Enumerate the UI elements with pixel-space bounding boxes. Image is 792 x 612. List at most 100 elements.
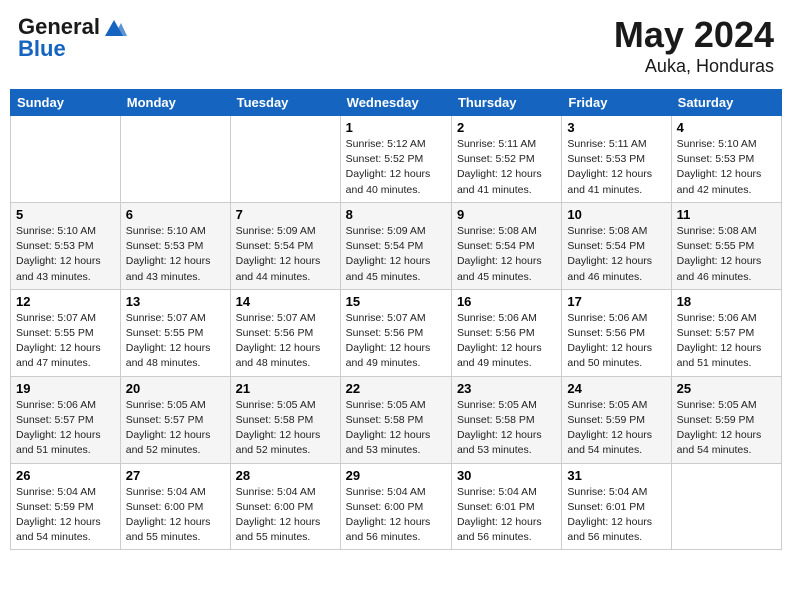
day-info: Sunrise: 5:09 AMSunset: 5:54 PMDaylight:…	[346, 224, 446, 285]
day-number: 6	[126, 207, 225, 222]
day-number: 7	[236, 207, 335, 222]
weekday-header-wednesday: Wednesday	[340, 90, 451, 116]
day-info: Sunrise: 5:10 AMSunset: 5:53 PMDaylight:…	[16, 224, 115, 285]
calendar-cell: 20Sunrise: 5:05 AMSunset: 5:57 PMDayligh…	[120, 376, 230, 463]
calendar-week-row: 19 Sunrise: 5:06 AMSunset: 5:57 PMDayligh…	[11, 376, 782, 463]
month-title: May 2024	[614, 14, 774, 56]
day-info: Sunrise: 5:06 AMSunset: 5:56 PMDaylight:…	[457, 311, 556, 372]
day-number: 26	[16, 468, 115, 483]
weekday-header-saturday: Saturday	[671, 90, 781, 116]
day-number: 9	[457, 207, 556, 222]
location-title: Auka, Honduras	[614, 56, 774, 77]
calendar-cell: 3 Sunrise: 5:11 AMSunset: 5:53 PMDaylight…	[562, 116, 671, 203]
day-info: Sunrise: 5:04 AMSunset: 6:00 PMDaylight:…	[126, 485, 225, 546]
day-number: 31	[567, 468, 665, 483]
day-info: Sunrise: 5:04 AMSunset: 6:01 PMDaylight:…	[457, 485, 556, 546]
day-number: 3	[567, 120, 665, 135]
calendar-cell: 19 Sunrise: 5:06 AMSunset: 5:57 PMDayligh…	[11, 376, 121, 463]
weekday-header-thursday: Thursday	[451, 90, 561, 116]
day-info: Sunrise: 5:11 AMSunset: 5:53 PMDaylight:…	[567, 137, 665, 198]
calendar-cell	[671, 463, 781, 550]
calendar-cell	[230, 116, 340, 203]
day-info: Sunrise: 5:07 AMSunset: 5:56 PMDaylight:…	[236, 311, 335, 372]
calendar-week-row: 26 Sunrise: 5:04 AMSunset: 5:59 PMDayligh…	[11, 463, 782, 550]
day-number: 19	[16, 381, 115, 396]
day-info: Sunrise: 5:08 AMSunset: 5:55 PMDaylight:…	[677, 224, 776, 285]
calendar-cell: 4 Sunrise: 5:10 AMSunset: 5:53 PMDaylight…	[671, 116, 781, 203]
calendar-cell: 14 Sunrise: 5:07 AMSunset: 5:56 PMDayligh…	[230, 289, 340, 376]
calendar-cell: 15Sunrise: 5:07 AMSunset: 5:56 PMDayligh…	[340, 289, 451, 376]
calendar-cell: 25 Sunrise: 5:05 AMSunset: 5:59 PMDayligh…	[671, 376, 781, 463]
day-number: 28	[236, 468, 335, 483]
calendar-cell: 23 Sunrise: 5:05 AMSunset: 5:58 PMDayligh…	[451, 376, 561, 463]
logo: General Blue	[18, 14, 128, 62]
calendar-cell: 31Sunrise: 5:04 AMSunset: 6:01 PMDayligh…	[562, 463, 671, 550]
calendar-cell	[120, 116, 230, 203]
day-number: 14	[236, 294, 335, 309]
calendar-cell: 13 Sunrise: 5:07 AMSunset: 5:55 PMDayligh…	[120, 289, 230, 376]
day-info: Sunrise: 5:07 AMSunset: 5:55 PMDaylight:…	[16, 311, 115, 372]
calendar-cell: 24 Sunrise: 5:05 AMSunset: 5:59 PMDayligh…	[562, 376, 671, 463]
day-number: 13	[126, 294, 225, 309]
day-number: 21	[236, 381, 335, 396]
day-number: 29	[346, 468, 446, 483]
day-number: 27	[126, 468, 225, 483]
calendar-cell: 22Sunrise: 5:05 AMSunset: 5:58 PMDayligh…	[340, 376, 451, 463]
day-number: 23	[457, 381, 556, 396]
day-info: Sunrise: 5:08 AMSunset: 5:54 PMDaylight:…	[567, 224, 665, 285]
day-number: 24	[567, 381, 665, 396]
day-info: Sunrise: 5:04 AMSunset: 6:00 PMDaylight:…	[346, 485, 446, 546]
day-number: 25	[677, 381, 776, 396]
calendar-cell: 10 Sunrise: 5:08 AMSunset: 5:54 PMDayligh…	[562, 202, 671, 289]
title-area: May 2024 Auka, Honduras	[614, 14, 774, 77]
day-number: 10	[567, 207, 665, 222]
logo-icon	[101, 18, 127, 38]
weekday-header-friday: Friday	[562, 90, 671, 116]
calendar-week-row: 1Sunrise: 5:12 AMSunset: 5:52 PMDaylight…	[11, 116, 782, 203]
day-info: Sunrise: 5:05 AMSunset: 5:59 PMDaylight:…	[567, 398, 665, 459]
day-info: Sunrise: 5:11 AMSunset: 5:52 PMDaylight:…	[457, 137, 556, 198]
calendar-cell: 9Sunrise: 5:08 AMSunset: 5:54 PMDaylight…	[451, 202, 561, 289]
calendar-cell: 2 Sunrise: 5:11 AMSunset: 5:52 PMDaylight…	[451, 116, 561, 203]
day-number: 18	[677, 294, 776, 309]
calendar-cell: 5 Sunrise: 5:10 AMSunset: 5:53 PMDaylight…	[11, 202, 121, 289]
weekday-header-monday: Monday	[120, 90, 230, 116]
calendar-cell: 28 Sunrise: 5:04 AMSunset: 6:00 PMDayligh…	[230, 463, 340, 550]
day-info: Sunrise: 5:05 AMSunset: 5:57 PMDaylight:…	[126, 398, 225, 459]
day-info: Sunrise: 5:10 AMSunset: 5:53 PMDaylight:…	[126, 224, 225, 285]
calendar-cell: 6 Sunrise: 5:10 AMSunset: 5:53 PMDaylight…	[120, 202, 230, 289]
day-info: Sunrise: 5:05 AMSunset: 5:58 PMDaylight:…	[236, 398, 335, 459]
day-number: 2	[457, 120, 556, 135]
day-info: Sunrise: 5:10 AMSunset: 5:53 PMDaylight:…	[677, 137, 776, 198]
calendar-cell: 7Sunrise: 5:09 AMSunset: 5:54 PMDaylight…	[230, 202, 340, 289]
calendar-body: 1Sunrise: 5:12 AMSunset: 5:52 PMDaylight…	[11, 116, 782, 550]
calendar-cell	[11, 116, 121, 203]
day-number: 16	[457, 294, 556, 309]
day-info: Sunrise: 5:06 AMSunset: 5:57 PMDaylight:…	[16, 398, 115, 459]
day-number: 5	[16, 207, 115, 222]
calendar-week-row: 12Sunrise: 5:07 AMSunset: 5:55 PMDayligh…	[11, 289, 782, 376]
calendar-cell: 30 Sunrise: 5:04 AMSunset: 6:01 PMDayligh…	[451, 463, 561, 550]
calendar-cell: 12Sunrise: 5:07 AMSunset: 5:55 PMDayligh…	[11, 289, 121, 376]
calendar-cell: 11Sunrise: 5:08 AMSunset: 5:55 PMDayligh…	[671, 202, 781, 289]
calendar-cell: 29 Sunrise: 5:04 AMSunset: 6:00 PMDayligh…	[340, 463, 451, 550]
day-info: Sunrise: 5:07 AMSunset: 5:56 PMDaylight:…	[346, 311, 446, 372]
day-number: 1	[346, 120, 446, 135]
calendar-cell: 27 Sunrise: 5:04 AMSunset: 6:00 PMDayligh…	[120, 463, 230, 550]
day-number: 4	[677, 120, 776, 135]
day-info: Sunrise: 5:07 AMSunset: 5:55 PMDaylight:…	[126, 311, 225, 372]
day-number: 30	[457, 468, 556, 483]
day-number: 17	[567, 294, 665, 309]
day-number: 22	[346, 381, 446, 396]
calendar-week-row: 5 Sunrise: 5:10 AMSunset: 5:53 PMDaylight…	[11, 202, 782, 289]
calendar-table: SundayMondayTuesdayWednesdayThursdayFrid…	[10, 89, 782, 550]
day-number: 8	[346, 207, 446, 222]
day-info: Sunrise: 5:04 AMSunset: 5:59 PMDaylight:…	[16, 485, 115, 546]
calendar-cell: 21 Sunrise: 5:05 AMSunset: 5:58 PMDayligh…	[230, 376, 340, 463]
calendar-cell: 1Sunrise: 5:12 AMSunset: 5:52 PMDaylight…	[340, 116, 451, 203]
day-info: Sunrise: 5:04 AMSunset: 6:00 PMDaylight:…	[236, 485, 335, 546]
calendar-header-row: SundayMondayTuesdayWednesdayThursdayFrid…	[11, 90, 782, 116]
day-info: Sunrise: 5:06 AMSunset: 5:56 PMDaylight:…	[567, 311, 665, 372]
day-info: Sunrise: 5:05 AMSunset: 5:59 PMDaylight:…	[677, 398, 776, 459]
day-info: Sunrise: 5:05 AMSunset: 5:58 PMDaylight:…	[457, 398, 556, 459]
